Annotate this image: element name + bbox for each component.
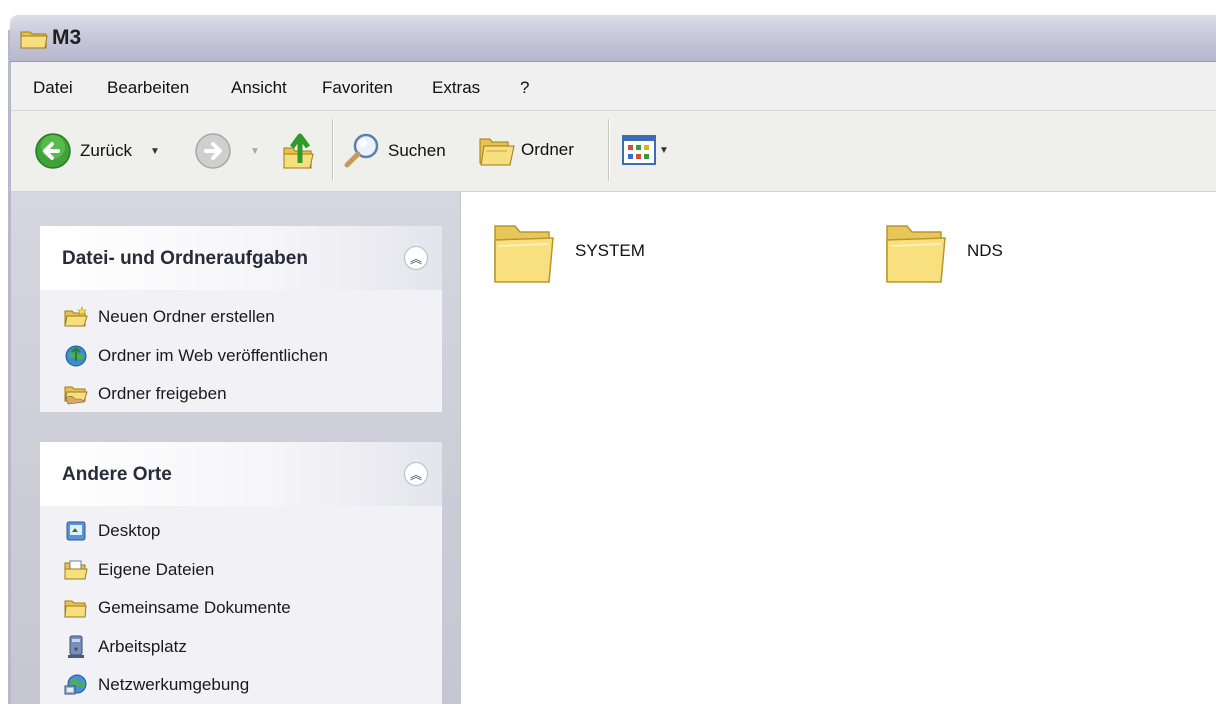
computer-icon: [64, 635, 88, 659]
toolbar-separator: [332, 119, 334, 181]
place-label: Desktop: [98, 521, 161, 541]
folder-up-icon: [283, 133, 314, 169]
place-label: Arbeitsplatz: [98, 636, 187, 656]
menu-favoriten[interactable]: Favoriten: [322, 78, 393, 98]
menu-bearbeiten[interactable]: Bearbeiten: [107, 78, 189, 98]
search-label: Suchen: [388, 141, 446, 160]
search-icon: [344, 133, 379, 168]
place-my-documents[interactable]: Eigene Dateien: [40, 551, 442, 590]
task-label: Neuen Ordner erstellen: [98, 307, 275, 327]
task-pane: Datei- und Ordneraufgaben ︽ Neuen Ordner…: [11, 192, 460, 704]
place-shared-documents[interactable]: Gemeinsame Dokumente: [40, 589, 442, 628]
folder-icon: [20, 31, 48, 49]
desktop-icon: [64, 519, 88, 543]
task-new-folder[interactable]: Neuen Ordner erstellen: [40, 298, 442, 337]
menu-help[interactable]: ?: [520, 78, 529, 98]
tasks-panel: Datei- und Ordneraufgaben ︽ Neuen Ordner…: [40, 226, 442, 412]
web-publish-icon: [64, 344, 88, 368]
back-arrow-icon: [35, 133, 71, 169]
folders-label: Ordner: [521, 140, 574, 159]
views-dropdown-icon[interactable]: ▼: [659, 145, 669, 156]
forward-dropdown-icon[interactable]: ▼: [250, 146, 260, 157]
place-label: Gemeinsame Dokumente: [98, 598, 291, 618]
place-my-computer[interactable]: Arbeitsplatz: [40, 628, 442, 667]
forward-button[interactable]: ▼: [194, 132, 260, 170]
collapse-chevron-icon[interactable]: ︽: [404, 246, 428, 270]
search-button[interactable]: Suchen: [342, 131, 446, 171]
my-documents-icon: [64, 558, 88, 582]
title-bar[interactable]: M3: [10, 15, 1216, 62]
place-label: Netzwerkumgebung: [98, 675, 250, 695]
task-label: Ordner im Web veröffentlichen: [98, 345, 328, 365]
collapse-chevron-icon[interactable]: ︽: [404, 462, 428, 486]
place-label: Eigene Dateien: [98, 559, 215, 579]
views-button[interactable]: ▼: [621, 133, 669, 167]
folder-icon: [494, 225, 554, 283]
folders-icon: [479, 138, 515, 166]
menu-ansicht[interactable]: Ansicht: [231, 78, 287, 98]
file-item-system[interactable]: SYSTEM: [491, 216, 645, 286]
window-title: M3: [52, 26, 82, 49]
file-item-nds[interactable]: NDS: [883, 216, 1003, 286]
up-button[interactable]: [281, 130, 319, 172]
place-desktop[interactable]: Desktop: [40, 512, 442, 551]
share-folder-icon: [64, 382, 88, 406]
back-dropdown-icon[interactable]: ▼: [150, 146, 160, 157]
toolbar-separator: [608, 119, 610, 181]
places-panel-header[interactable]: Andere Orte ︽: [40, 442, 442, 506]
folder-icon: [64, 596, 88, 620]
views-icon: [622, 135, 656, 165]
folders-button[interactable]: Ordner: [477, 131, 574, 169]
file-name: NDS: [967, 241, 1003, 260]
menu-datei[interactable]: Datei: [33, 78, 73, 98]
file-name: SYSTEM: [575, 241, 645, 260]
task-share-folder[interactable]: Ordner freigeben: [40, 375, 442, 414]
back-label: Zurück: [80, 141, 132, 160]
task-publish-web[interactable]: Ordner im Web veröffentlichen: [40, 337, 442, 376]
places-panel-title: Andere Orte: [62, 464, 172, 485]
toolbar: Zurück ▼ ▼ Suchen Ordner ▼: [11, 111, 1216, 192]
tasks-panel-title: Datei- und Ordneraufgaben: [62, 248, 308, 269]
network-icon: [64, 673, 88, 697]
menu-extras[interactable]: Extras: [432, 78, 480, 98]
places-panel: Andere Orte ︽ Desktop Eigene Dateien Gem…: [40, 442, 442, 704]
tasks-panel-header[interactable]: Datei- und Ordneraufgaben ︽: [40, 226, 442, 290]
new-folder-icon: [64, 305, 88, 329]
menu-bar: Datei Bearbeiten Ansicht Favoriten Extra…: [11, 62, 1216, 111]
place-network[interactable]: Netzwerkumgebung: [40, 666, 442, 705]
forward-arrow-icon: [195, 133, 231, 169]
file-list: SYSTEM NDS: [461, 192, 1216, 704]
back-button[interactable]: Zurück ▼: [34, 132, 160, 170]
folder-icon: [886, 225, 946, 283]
task-label: Ordner freigeben: [98, 384, 227, 404]
